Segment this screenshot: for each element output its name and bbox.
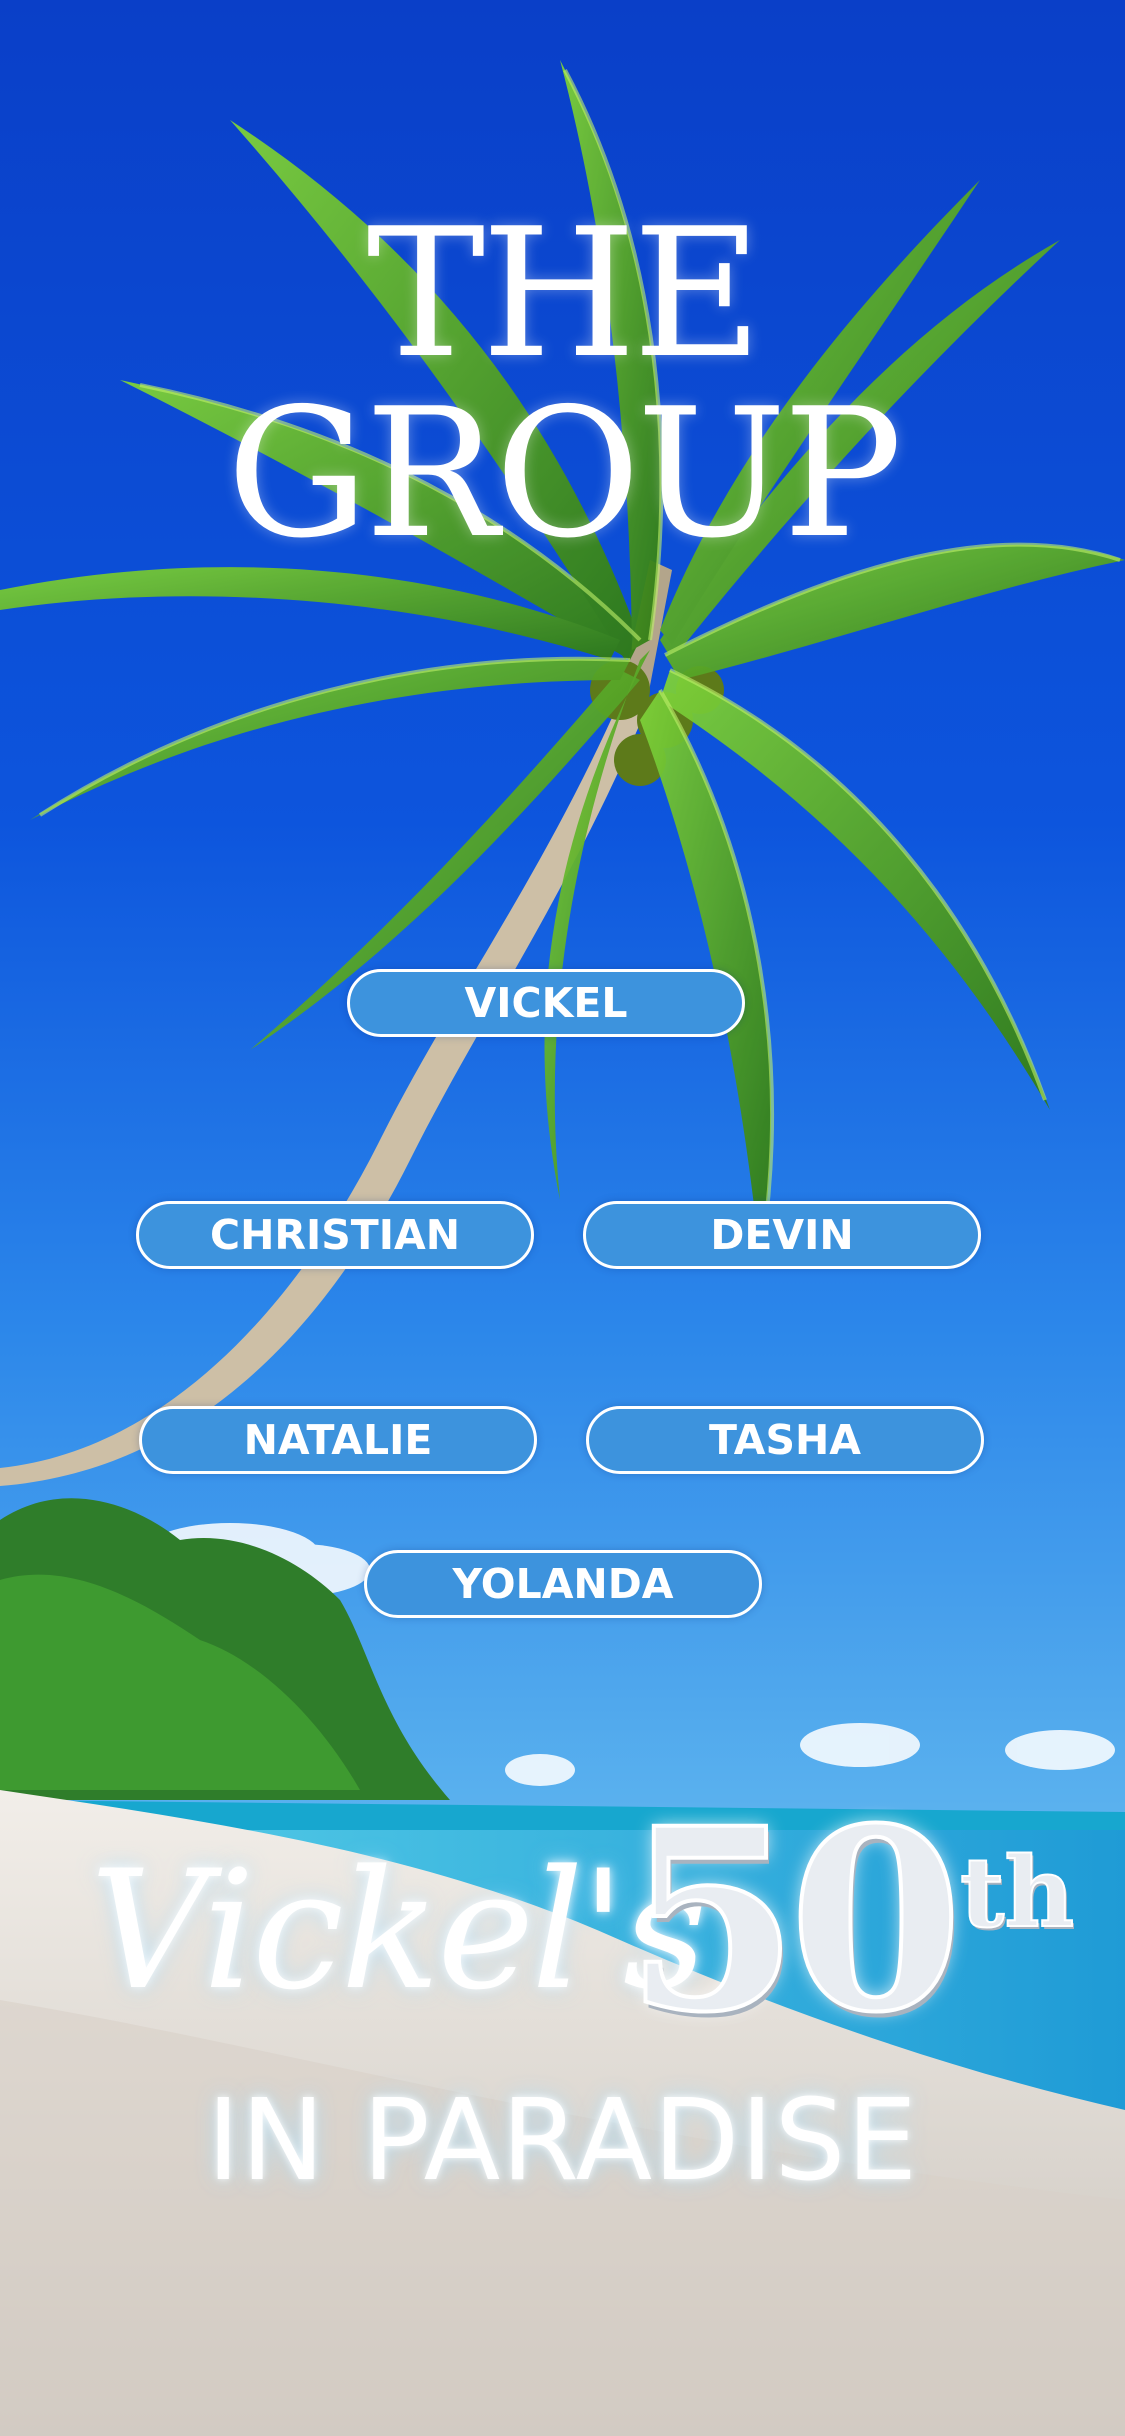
member-pill-vickel[interactable]: VICKEL xyxy=(347,969,745,1037)
event-tagline: IN PARADISE xyxy=(206,2076,919,2206)
member-pill-devin[interactable]: DEVIN xyxy=(583,1201,981,1269)
celebrant-name-script: Vickel's xyxy=(90,1835,707,2026)
member-pill-tasha[interactable]: TASHA xyxy=(586,1406,984,1474)
ordinal-suffix: th xyxy=(959,1836,1075,1949)
member-pill-natalie[interactable]: NATALIE xyxy=(139,1406,537,1474)
member-pill-christian[interactable]: CHRISTIAN xyxy=(136,1201,534,1269)
member-pill-yolanda[interactable]: YOLANDA xyxy=(364,1550,762,1618)
birthday-number: 50 xyxy=(623,1773,965,2067)
invitation-poster: THE GROUP VICKEL CHRISTIAN DEVIN NATALIE… xyxy=(0,0,1125,2436)
page-title-line1: THE xyxy=(366,190,763,397)
page-title-line2: GROUP xyxy=(226,370,903,577)
